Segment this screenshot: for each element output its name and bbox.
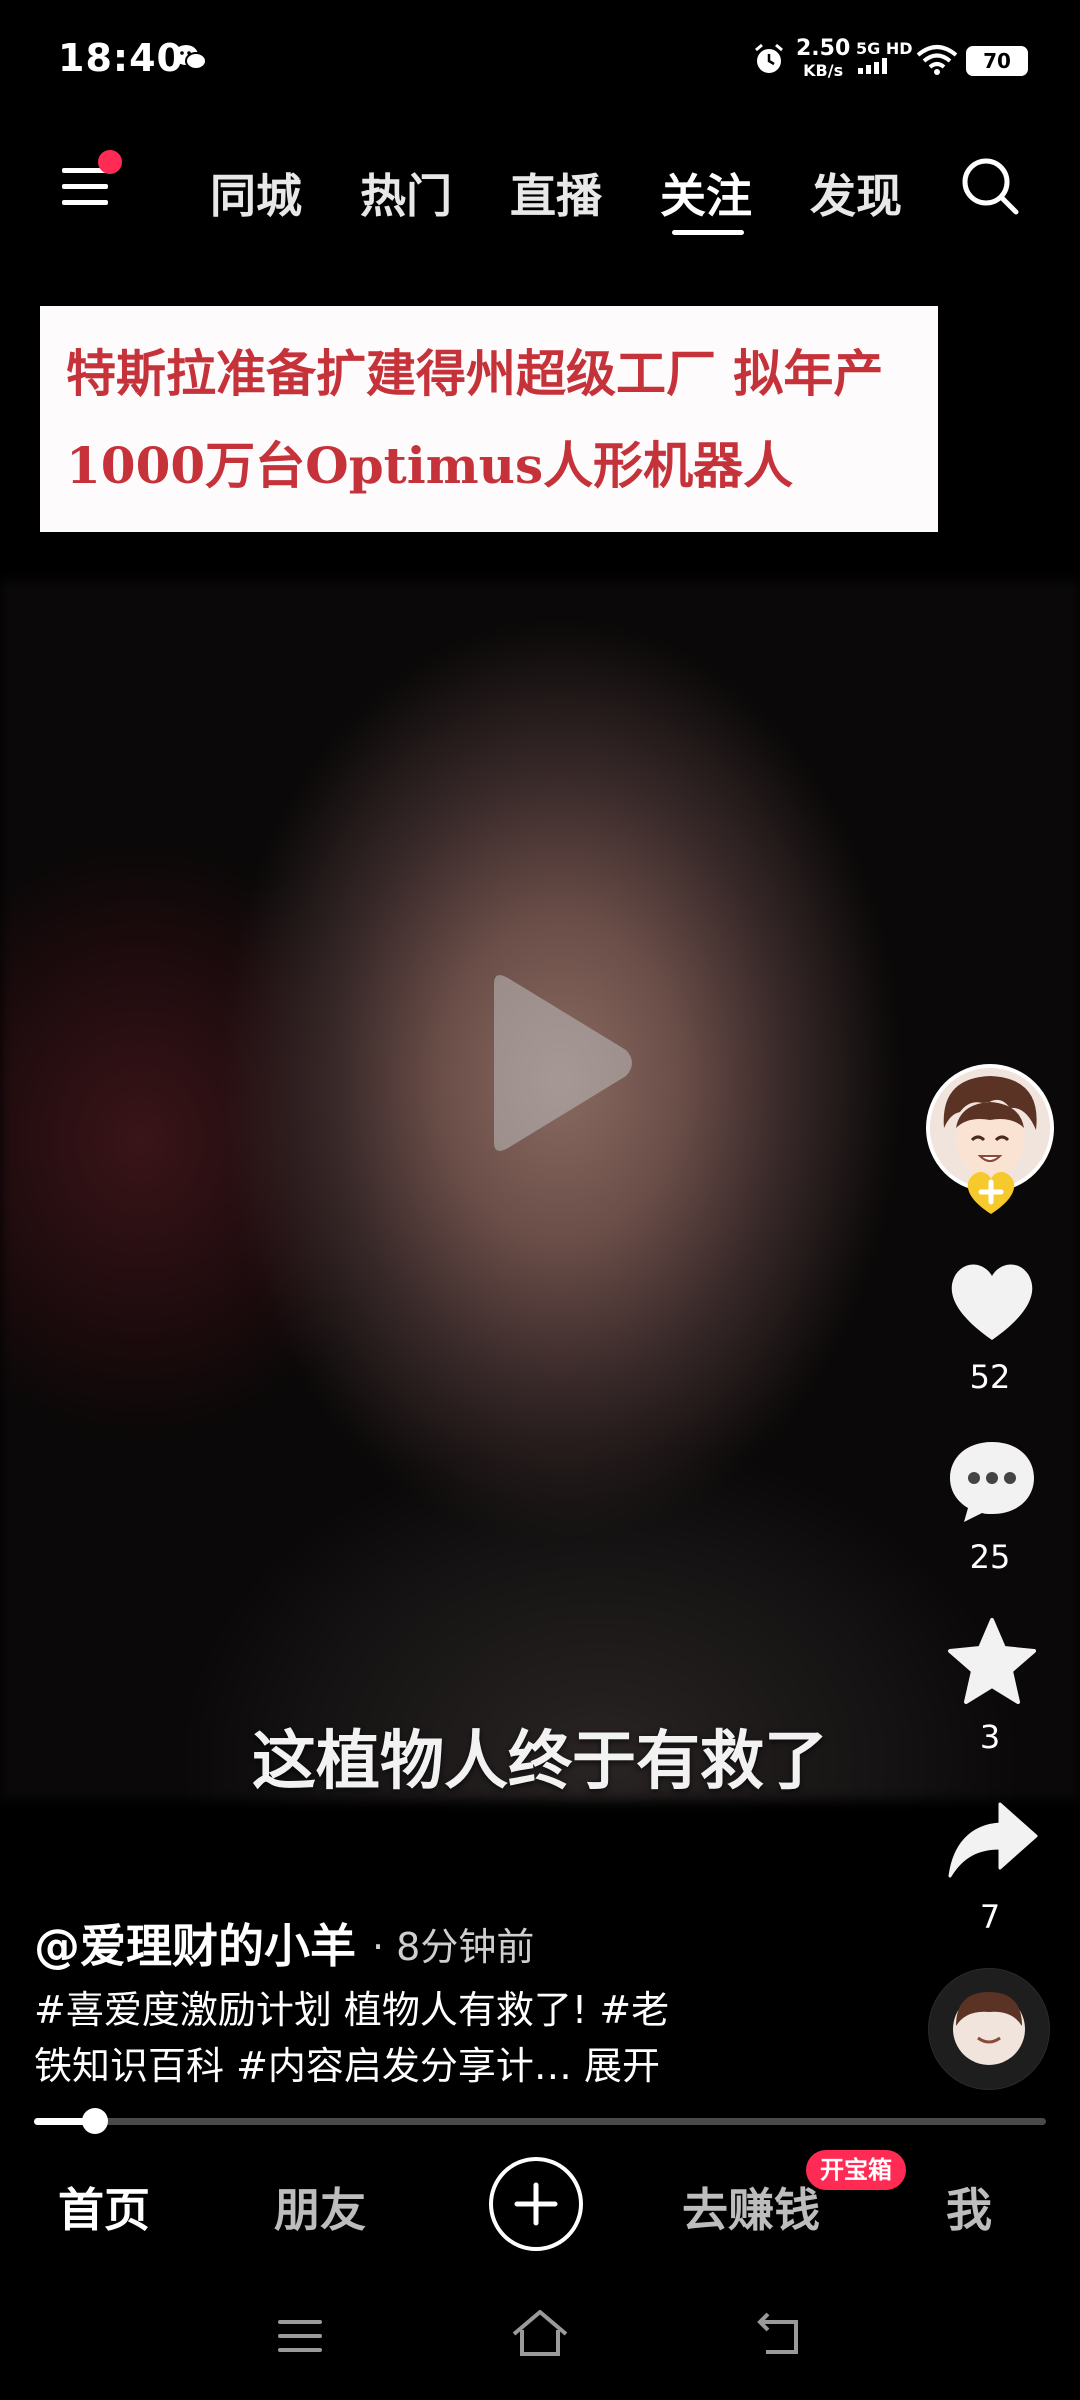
- wechat-icon: [174, 45, 207, 70]
- nav-home[interactable]: 首页: [58, 2174, 150, 2240]
- tab-trending[interactable]: 热门: [360, 160, 452, 226]
- post-description[interactable]: #喜爱度激励计划 植物人有救了! #老 铁知识百科 #内容启发分享计… 展开: [34, 1982, 734, 2094]
- follow-plus-icon[interactable]: [962, 1166, 1020, 1218]
- favorite-star-icon[interactable]: [944, 1616, 1040, 1706]
- description-line-1: #喜爱度激励计划 植物人有救了! #老: [34, 1988, 670, 2032]
- music-disc-avatar: [929, 1969, 1049, 2089]
- active-tab-indicator: [672, 230, 744, 235]
- description-line-2: 铁知识百科 #内容启发分享计… 展开: [34, 2038, 734, 2094]
- tab-local[interactable]: 同城: [210, 160, 302, 226]
- speed-value: 2.50: [796, 36, 851, 61]
- video-player[interactable]: [0, 580, 1080, 1800]
- progress-handle[interactable]: [82, 2108, 108, 2134]
- post-time: · 8分钟前: [372, 1925, 535, 1969]
- share-count: 7: [979, 1898, 1001, 1936]
- progress-track[interactable]: [34, 2118, 1046, 2125]
- wifi-icon: [916, 45, 958, 75]
- play-icon[interactable]: [476, 970, 636, 1156]
- system-back-icon[interactable]: [752, 2310, 804, 2358]
- description-line-2-text: 铁知识百科 #内容启发分享计…: [34, 2044, 572, 2088]
- signal-icon: 5G HD: [856, 40, 913, 78]
- create-button[interactable]: [489, 2157, 583, 2251]
- headline-line-2: 1000万台Optimus人形机器人: [66, 436, 794, 495]
- network-speed: 2.50 KB/s: [796, 38, 850, 82]
- tab-following[interactable]: 关注: [660, 160, 752, 226]
- expand-link[interactable]: 展开: [584, 2044, 660, 2088]
- video-subtitle: 这植物人终于有救了: [252, 1725, 828, 1799]
- music-disc[interactable]: [928, 1968, 1050, 2090]
- search-icon[interactable]: [960, 156, 1020, 216]
- system-home-icon[interactable]: [510, 2308, 570, 2360]
- status-bar: 18:40 2.50 KB/s 5G HD 70: [0, 0, 1080, 120]
- plus-icon: [514, 2182, 558, 2226]
- speed-unit: KB/s: [803, 61, 844, 80]
- favorite-count: 3: [979, 1718, 1001, 1756]
- comment-count: 25: [969, 1538, 1011, 1576]
- tab-discover[interactable]: 发现: [810, 160, 902, 226]
- nav-friends[interactable]: 朋友: [274, 2174, 366, 2240]
- nav-me[interactable]: 我: [946, 2174, 992, 2240]
- author-name[interactable]: @爱理财的小羊: [34, 1910, 356, 1976]
- treasure-badge[interactable]: 开宝箱: [806, 2150, 906, 2190]
- system-recents-icon[interactable]: [276, 2316, 324, 2356]
- battery-icon: 70: [966, 46, 1028, 76]
- headline-line-1: 特斯拉准备扩建得州超级工厂 拟年产: [66, 344, 884, 403]
- comment-icon[interactable]: [944, 1436, 1040, 1526]
- share-icon[interactable]: [944, 1796, 1040, 1886]
- nav-earn[interactable]: 去赚钱: [682, 2174, 820, 2240]
- notification-dot: [98, 150, 122, 174]
- tab-live[interactable]: 直播: [510, 160, 602, 226]
- alarm-icon: [755, 43, 783, 73]
- like-icon[interactable]: [944, 1256, 1040, 1346]
- status-time: 18:40: [58, 36, 184, 80]
- network-type: 5G HD: [856, 39, 913, 58]
- video-headline-card: 特斯拉准备扩建得州超级工厂 拟年产 1000万台Optimus人形机器人: [40, 306, 938, 532]
- like-count: 52: [969, 1358, 1011, 1396]
